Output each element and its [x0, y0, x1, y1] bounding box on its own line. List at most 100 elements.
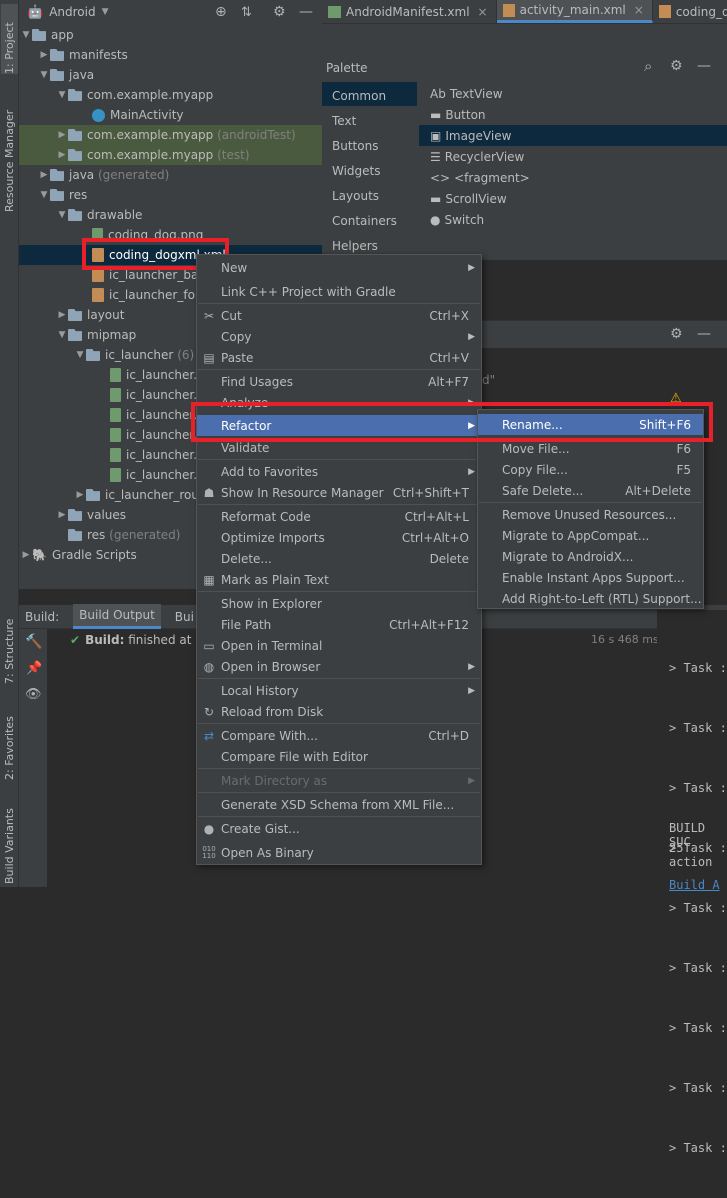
- build-variants-tool-tab[interactable]: Build Variants: [1, 796, 18, 884]
- palette-item-textview[interactable]: Ab TextView: [430, 87, 503, 101]
- menu-item-validate[interactable]: Validate: [197, 437, 481, 458]
- search-icon[interactable]: ⌕: [644, 57, 652, 75]
- tree-item-ic-launcher-file[interactable]: ic_launcher.p: [110, 365, 205, 385]
- build-status-row[interactable]: ✔ Build: finished at 20: [70, 633, 211, 647]
- tree-item-res[interactable]: ▼ res: [38, 185, 88, 205]
- structure-tool-tab[interactable]: 7: Structure: [1, 604, 18, 684]
- project-tool-tab[interactable]: 1: Project: [1, 4, 18, 74]
- menu-item-copy[interactable]: Copy ▶: [197, 326, 481, 347]
- menu-item-analyze[interactable]: Analyze ▶: [197, 392, 481, 413]
- tab-coding-dogxml[interactable]: coding_dogx: [653, 0, 727, 23]
- palette-item-recyclerview[interactable]: ☰ RecyclerView: [430, 150, 524, 164]
- menu-item-open-as-binary[interactable]: 010 110 Open As Binary: [197, 842, 481, 863]
- chevron-down-icon[interactable]: ▼: [102, 7, 109, 17]
- menu-item-file-path[interactable]: File Path Ctrl+Alt+F12: [197, 614, 481, 635]
- tree-item-java-generated[interactable]: ▶ java (generated): [38, 165, 170, 185]
- tree-item-values[interactable]: ▶ values: [56, 505, 127, 525]
- collapse-icon[interactable]: ⇅: [241, 5, 252, 20]
- tab-android-manifest[interactable]: AndroidManifest.xml ×: [322, 0, 497, 23]
- menu-item-find-usages[interactable]: Find Usages Alt+F7: [197, 371, 481, 392]
- palette-category-helpers[interactable]: Helpers: [332, 239, 378, 253]
- submenu-item-migrate-androidx[interactable]: Migrate to AndroidX...: [478, 546, 703, 567]
- gear-icon[interactable]: ⚙: [670, 58, 683, 74]
- tree-item-package[interactable]: ▼ com.example.myapp: [56, 85, 214, 105]
- tree-item-mipmap[interactable]: ▼ mipmap: [56, 325, 137, 345]
- tree-item-res-generated[interactable]: res (generated): [56, 525, 180, 545]
- tab-build-output[interactable]: Build Output: [73, 604, 161, 629]
- tree-item-layout[interactable]: ▶ layout: [56, 305, 125, 325]
- menu-item-show-in-resource-manager[interactable]: ☗ Show In Resource Manager Ctrl+Shift+T: [197, 482, 481, 503]
- menu-item-new[interactable]: New ▶: [197, 257, 481, 278]
- menu-item-reformat-code[interactable]: Reformat Code Ctrl+Alt+L: [197, 506, 481, 527]
- favorites-tool-tab[interactable]: 2: Favorites: [1, 700, 18, 780]
- submenu-item-safe-delete[interactable]: Safe Delete... Alt+Delete: [478, 480, 703, 501]
- project-view-selector[interactable]: Android: [49, 5, 95, 19]
- menu-item-show-in-explorer[interactable]: Show in Explorer: [197, 593, 481, 614]
- tree-item-app[interactable]: ▼ app: [20, 25, 74, 45]
- menu-item-cut[interactable]: ✂ Cut Ctrl+X: [197, 305, 481, 326]
- menu-item-optimize-imports[interactable]: Optimize Imports Ctrl+Alt+O: [197, 527, 481, 548]
- palette-item-imageview[interactable]: ▣ ImageView: [430, 129, 511, 143]
- tree-item-ic-launcher[interactable]: ▼ ic_launcher (6): [74, 345, 195, 365]
- submenu-item-move-file[interactable]: Move File... F6: [478, 438, 703, 459]
- tree-item-ic-launcher-foreground[interactable]: ic_launcher_fore: [92, 285, 207, 305]
- tree-item-gradle-scripts[interactable]: ▶ 🐘 Gradle Scripts: [20, 545, 137, 565]
- menu-item-add-to-favorites[interactable]: Add to Favorites ▶: [197, 461, 481, 482]
- locate-icon[interactable]: ⊕: [215, 4, 227, 20]
- console-build-link[interactable]: Build A: [669, 878, 720, 892]
- menu-item-generate-xsd[interactable]: Generate XSD Schema from XML File...: [197, 794, 481, 815]
- palette-item-switch[interactable]: ● Switch: [430, 213, 484, 227]
- tree-item-mainactivity[interactable]: MainActivity: [92, 105, 184, 125]
- tree-item-package-androidtest[interactable]: ▶ com.example.myapp (androidTest): [56, 125, 296, 145]
- tree-item-ic-launcher-file[interactable]: ic_launcher.p: [110, 445, 205, 465]
- hammer-icon[interactable]: 🔨: [25, 634, 42, 650]
- pin-icon[interactable]: 📌: [26, 661, 42, 676]
- gear-icon[interactable]: ⚙: [273, 4, 286, 20]
- close-icon[interactable]: ×: [478, 5, 488, 19]
- tree-item-ic-launcher-round[interactable]: ▶ ic_launcher_rour: [74, 485, 204, 505]
- tree-item-manifests[interactable]: ▶ manifests: [38, 45, 128, 65]
- menu-item-mark-as-plain-text[interactable]: ▦ Mark as Plain Text: [197, 569, 481, 590]
- menu-item-compare-with[interactable]: ⇄ Compare With... Ctrl+D: [197, 725, 481, 746]
- submenu-item-rename[interactable]: Rename... Shift+F6: [478, 414, 703, 435]
- tree-item-ic-launcher-file[interactable]: ic_launcher.p: [110, 425, 205, 445]
- menu-item-open-in-terminal[interactable]: ▭ Open in Terminal: [197, 635, 481, 656]
- submenu-item-rtl-support[interactable]: Add Right-to-Left (RTL) Support...: [478, 588, 703, 609]
- menu-item-delete[interactable]: Delete... Delete: [197, 548, 481, 569]
- tree-item-drawable[interactable]: ▼ drawable: [56, 205, 143, 225]
- tree-item-ic-launcher-xml[interactable]: ic_launcher.x: [110, 465, 204, 485]
- palette-category-text[interactable]: Text: [332, 114, 356, 128]
- submenu-item-instant-apps[interactable]: Enable Instant Apps Support...: [478, 567, 703, 588]
- tree-item-ic-launcher-file[interactable]: ic_launcher.p: [110, 385, 205, 405]
- menu-item-paste[interactable]: ▤ Paste Ctrl+V: [197, 347, 481, 368]
- tree-item-ic-launcher-background[interactable]: ic_launcher_bac: [92, 265, 205, 285]
- tree-item-coding-dog-png[interactable]: coding_dog.png: [92, 225, 203, 245]
- submenu-item-copy-file[interactable]: Copy File... F5: [478, 459, 703, 480]
- menu-item-local-history[interactable]: Local History ▶: [197, 680, 481, 701]
- palette-item-fragment[interactable]: <> <fragment>: [430, 171, 530, 185]
- palette-category-layouts[interactable]: Layouts: [332, 189, 379, 203]
- palette-item-button[interactable]: ▬ Button: [430, 108, 486, 122]
- minimize-icon[interactable]: —: [299, 4, 313, 20]
- menu-item-refactor[interactable]: Refactor ▶: [197, 415, 481, 436]
- menu-item-compare-file-with-editor[interactable]: Compare File with Editor: [197, 746, 481, 767]
- minimize-icon[interactable]: —: [697, 58, 711, 74]
- resource-manager-tool-tab[interactable]: Resource Manager: [1, 92, 18, 212]
- tree-item-ic-launcher-file[interactable]: ic_launcher.p: [110, 405, 205, 425]
- tab-activity-main[interactable]: activity_main.xml ×: [496, 0, 653, 23]
- menu-item-link-cpp[interactable]: Link C++ Project with Gradle: [197, 281, 481, 302]
- tab-build-other[interactable]: Bui: [175, 610, 194, 624]
- menu-item-create-gist[interactable]: ● Create Gist...: [197, 818, 481, 839]
- palette-category-common[interactable]: Common: [332, 89, 386, 103]
- gear-icon[interactable]: ⚙: [670, 326, 683, 342]
- menu-item-reload-from-disk[interactable]: ↻ Reload from Disk: [197, 701, 481, 722]
- palette-category-widgets[interactable]: Widgets: [332, 164, 381, 178]
- submenu-item-remove-unused-resources[interactable]: Remove Unused Resources...: [478, 504, 703, 525]
- submenu-item-migrate-appcompat[interactable]: Migrate to AppCompat...: [478, 525, 703, 546]
- tree-item-package-test[interactable]: ▶ com.example.myapp (test): [56, 145, 250, 165]
- minimize-icon[interactable]: —: [697, 326, 711, 342]
- close-icon[interactable]: ×: [634, 3, 644, 17]
- tree-item-java[interactable]: ▼ java: [38, 65, 95, 85]
- eye-icon[interactable]: 👁: [25, 687, 42, 702]
- menu-item-open-in-browser[interactable]: ◍ Open in Browser ▶: [197, 656, 481, 677]
